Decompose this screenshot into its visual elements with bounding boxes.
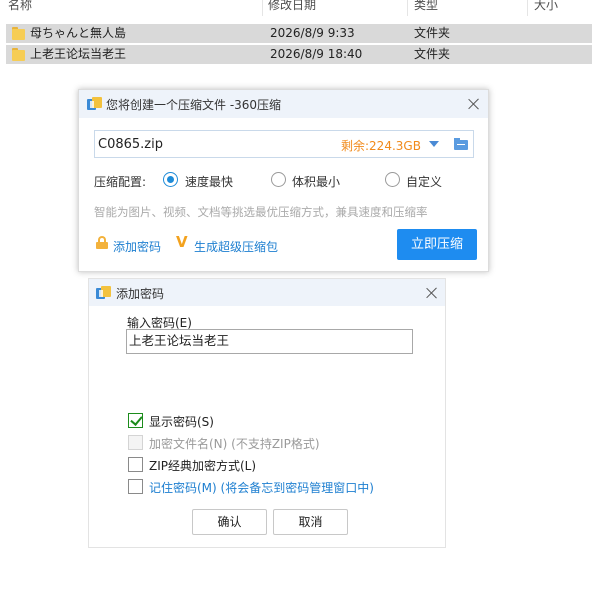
file-date: 2026/8/9 9:33 <box>270 26 355 40</box>
radio-custom-label[interactable]: 自定义 <box>406 173 442 190</box>
folder-icon <box>12 48 25 61</box>
compress-config-label: 压缩配置: <box>94 175 147 189</box>
radio-smallest[interactable] <box>271 172 286 187</box>
screen: 名称 修改日期 类型 大小 母ちゃんと無人島 2026/8/9 9:33 文件夹… <box>0 0 602 591</box>
column-separator[interactable] <box>407 0 408 16</box>
super-pack-link[interactable]: 生成超级压缩包 <box>194 238 278 255</box>
encrypt-filename-checkbox <box>128 435 143 450</box>
radio-fastest[interactable] <box>163 172 178 187</box>
app-360zip-icon <box>96 286 111 299</box>
browse-folder-icon[interactable] <box>454 138 468 150</box>
column-header-name[interactable]: 名称 <box>8 0 32 16</box>
add-password-link[interactable]: 添加密码 <box>113 238 161 255</box>
free-space-label: 剩余:224.3GB <box>341 139 421 153</box>
lock-icon[interactable] <box>96 236 108 249</box>
radio-fastest-label[interactable]: 速度最快 <box>185 173 233 190</box>
output-filename[interactable]: C0865.zip <box>98 137 163 152</box>
file-type: 文件夹 <box>414 26 451 40</box>
output-path-field[interactable]: C0865.zip 剩余:224.3GB <box>94 130 474 158</box>
file-row[interactable]: 上老王论坛当老王 2026/8/9 18:40 文件夹 <box>6 45 592 64</box>
file-row[interactable]: 母ちゃんと無人島 2026/8/9 9:33 文件夹 <box>6 24 592 43</box>
encrypt-filename-label: 加密文件名(N) (不支持ZIP格式) <box>149 437 320 451</box>
remember-password-checkbox[interactable] <box>128 479 143 494</box>
zip-classic-encryption-checkbox[interactable] <box>128 457 143 472</box>
close-icon[interactable] <box>467 97 481 111</box>
column-header-size[interactable]: 大小 <box>534 0 558 16</box>
compress-dialog-titlebar[interactable]: 您将创建一个压缩文件 -360压缩 <box>79 90 488 118</box>
column-header-type[interactable]: 类型 <box>414 0 438 16</box>
show-password-checkbox[interactable] <box>128 413 143 428</box>
ok-button[interactable]: 确认 <box>192 509 267 535</box>
compress-dialog: 您将创建一个压缩文件 -360压缩 C0865.zip 剩余:224.3GB 压… <box>78 89 489 272</box>
compress-dialog-title: 您将创建一个压缩文件 -360压缩 <box>106 98 282 112</box>
password-input[interactable]: 上老王论坛当老王 <box>126 329 413 354</box>
column-header-date[interactable]: 修改日期 <box>268 0 316 16</box>
file-list-header: 名称 修改日期 类型 大小 <box>0 0 602 18</box>
folder-icon <box>12 27 25 40</box>
app-360zip-icon <box>87 97 102 110</box>
v-super-icon: V <box>176 233 188 251</box>
cancel-button[interactable]: 取消 <box>273 509 348 535</box>
remember-password-label[interactable]: 记住密码(M) (将会备忘到密码管理窗口中) <box>149 479 374 496</box>
password-dialog: 添加密码 输入密码(E) 上老王论坛当老王 显示密码(S) 加密文件名(N) (… <box>88 278 446 548</box>
compress-hint: 智能为图片、视频、文档等挑选最优压缩方式，兼具速度和压缩率 <box>94 205 428 219</box>
file-date: 2026/8/9 18:40 <box>270 47 363 61</box>
file-name: 上老王论坛当老王 <box>30 47 127 61</box>
close-icon[interactable] <box>425 286 439 300</box>
radio-custom[interactable] <box>385 172 400 187</box>
password-dialog-titlebar[interactable]: 添加密码 <box>89 279 445 306</box>
file-name: 母ちゃんと無人島 <box>30 26 127 40</box>
file-type: 文件夹 <box>414 47 451 61</box>
column-separator[interactable] <box>262 0 263 16</box>
dropdown-arrow-icon[interactable] <box>429 141 439 147</box>
password-dialog-title: 添加密码 <box>116 287 165 301</box>
column-separator[interactable] <box>527 0 528 16</box>
radio-smallest-label[interactable]: 体积最小 <box>292 173 340 190</box>
zip-classic-encryption-label[interactable]: ZIP经典加密方式(L) <box>149 457 256 474</box>
compress-now-button[interactable]: 立即压缩 <box>397 229 477 260</box>
show-password-label[interactable]: 显示密码(S) <box>149 413 214 430</box>
